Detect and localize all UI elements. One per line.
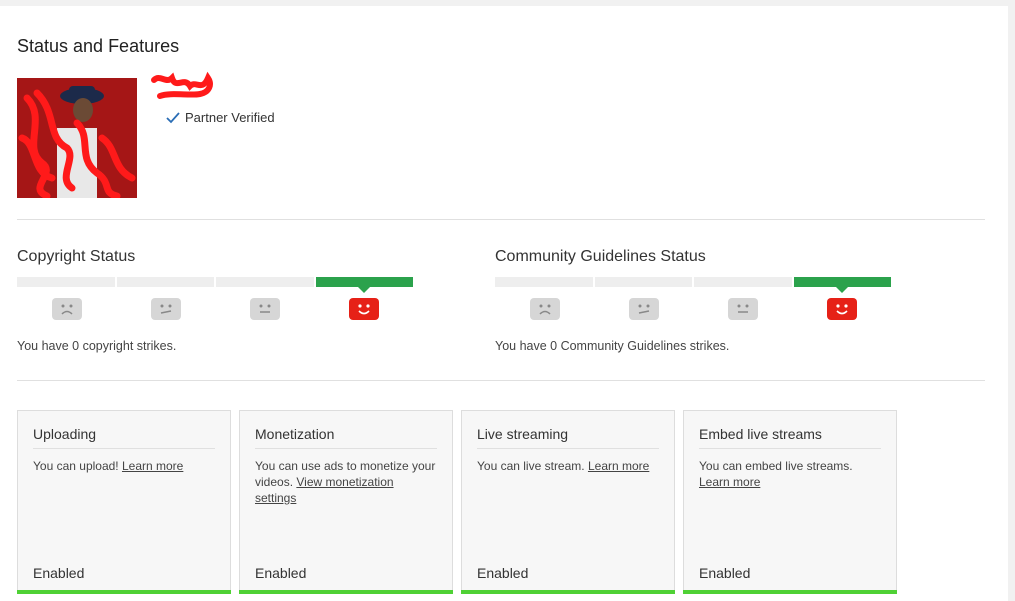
enabled-bar [17, 590, 231, 594]
feature-card-uploading: Uploading You can upload! Learn more Ena… [17, 410, 231, 594]
feature-card-live-streaming: Live streaming You can live stream. Lear… [461, 410, 675, 594]
copyright-status-text: You have 0 copyright strikes. [17, 339, 177, 353]
card-divider [33, 448, 215, 449]
community-guidelines-status: Community Guidelines Status You have 0 C… [495, 246, 895, 361]
strike-segment [594, 277, 692, 287]
feature-card-state: Enabled [255, 565, 307, 581]
checkmark-icon [166, 111, 180, 123]
feature-card-description: You can use ads to monetize your videos.… [255, 458, 438, 506]
copyright-status-title: Copyright Status [17, 248, 136, 265]
feature-desc-text: You can embed live streams. [699, 459, 853, 473]
channel-avatar[interactable] [17, 78, 137, 198]
sad-face-icon [51, 298, 82, 320]
copyright-strike-bar [17, 277, 413, 293]
feature-card-monetization: Monetization You can use ads to monetize… [239, 410, 453, 594]
avatar-image [17, 78, 137, 198]
neutral-face-icon [249, 298, 280, 320]
feature-desc-text: You can upload! [33, 459, 119, 473]
enabled-bar [683, 590, 897, 594]
strike-segment [116, 277, 214, 287]
feature-card-description: You can live stream. Learn more [477, 458, 660, 474]
happy-face-icon [826, 298, 857, 320]
strike-segment [694, 277, 792, 287]
copyright-face-row [17, 298, 413, 322]
enabled-bar [461, 590, 675, 594]
divider [17, 380, 985, 381]
neutral-face-icon [727, 298, 758, 320]
happy-face-icon [348, 298, 379, 320]
status-features-panel: Status and Features Partner Verified Cop… [0, 6, 1008, 601]
feature-card-embed-live-streams: Embed live streams You can embed live st… [683, 410, 897, 594]
learn-more-link[interactable]: Learn more [588, 459, 649, 473]
feature-card-state: Enabled [477, 565, 529, 581]
community-status-text: You have 0 Community Guidelines strikes. [495, 339, 730, 353]
strike-segment [495, 277, 593, 287]
learn-more-link[interactable]: Learn more [122, 459, 183, 473]
feature-card-title: Uploading [33, 426, 97, 442]
community-status-title: Community Guidelines Status [495, 248, 706, 265]
strike-segment [17, 277, 115, 287]
feature-card-title: Embed live streams [699, 426, 822, 442]
strike-segment [216, 277, 314, 287]
meh-face-icon [150, 298, 181, 320]
feature-card-title: Live streaming [477, 426, 569, 442]
feature-card-description: You can embed live streams. Learn more [699, 458, 882, 490]
card-divider [699, 448, 881, 449]
feature-card-title: Monetization [255, 426, 335, 442]
page-title: Status and Features [17, 36, 180, 56]
feature-desc-text: You can live stream. [477, 459, 585, 473]
card-divider [255, 448, 437, 449]
channel-name-redacted [151, 71, 213, 99]
partner-verified-label: Partner Verified [185, 110, 275, 125]
strike-segment-active [315, 277, 413, 293]
strike-segment-active [793, 277, 891, 293]
copyright-status: Copyright Status You have 0 copyright st… [17, 246, 417, 361]
card-divider [477, 448, 659, 449]
community-face-row [495, 298, 891, 322]
enabled-bar [239, 590, 453, 594]
meh-face-icon [628, 298, 659, 320]
sad-face-icon [529, 298, 560, 320]
community-strike-bar [495, 277, 891, 293]
divider [17, 219, 985, 220]
learn-more-link[interactable]: Learn more [699, 475, 760, 489]
feature-card-state: Enabled [33, 565, 85, 581]
partner-verified-badge: Partner Verified [166, 110, 275, 125]
feature-card-description: You can upload! Learn more [33, 458, 216, 474]
feature-card-state: Enabled [699, 565, 751, 581]
